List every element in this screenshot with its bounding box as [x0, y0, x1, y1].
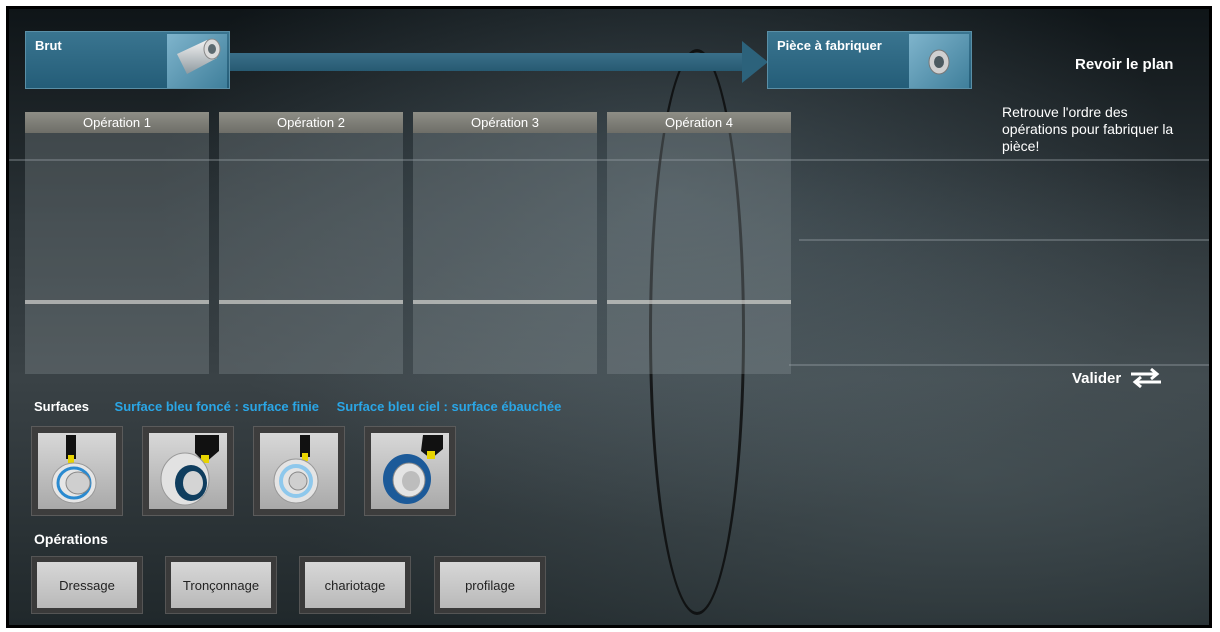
surface-tile-2[interactable]: [142, 426, 234, 516]
operation-button-chariotage[interactable]: chariotage: [299, 556, 411, 614]
slot-rail: [413, 300, 597, 304]
operation-slot-header: Opération 3: [413, 112, 597, 133]
part-panel: Pièce à fabriquer: [767, 31, 972, 89]
validate-button[interactable]: Valider: [1072, 367, 1163, 389]
slot-rail: [219, 300, 403, 304]
stock-panel: Brut: [25, 31, 230, 89]
part-thumbnail: [909, 34, 969, 88]
operation-slot-1[interactable]: Opération 1: [25, 112, 209, 374]
legend-dark-blue: Surface bleu foncé : surface finie: [114, 399, 319, 414]
part-label: Pièce à fabriquer: [777, 38, 882, 53]
operation-slot-header: Opération 4: [607, 112, 791, 133]
operation-button-profilage[interactable]: profilage: [434, 556, 546, 614]
validate-label: Valider: [1072, 369, 1122, 387]
operation-slot-3[interactable]: Opération 3: [413, 112, 597, 374]
surface-tile-1[interactable]: [31, 426, 123, 516]
operation-slot-2[interactable]: Opération 2: [219, 112, 403, 374]
facing-tool-icon: [51, 435, 97, 504]
operation-slot-header: Opération 1: [25, 112, 209, 133]
review-plan-button[interactable]: Revoir le plan: [1075, 56, 1173, 73]
surfaces-legend: Surfaces Surface bleu foncé : surface fi…: [34, 399, 575, 414]
process-arrow-head: [742, 41, 768, 83]
process-arrow: [230, 53, 746, 71]
operation-button-tronconnage[interactable]: Tronçonnage: [165, 556, 277, 614]
cylinder-icon: [177, 38, 221, 74]
operation-button-label: Tronçonnage: [171, 562, 271, 608]
stock-thumbnail: [167, 34, 227, 88]
background-scene-line: [799, 239, 1209, 241]
profiling-tool-icon: [383, 435, 443, 504]
background-scene-line: [789, 364, 1209, 366]
operations-title: Opérations: [34, 531, 108, 547]
instructions-text: Retrouve l'ordre des opérations pour fab…: [1002, 104, 1174, 154]
operation-slot-4[interactable]: Opération 4: [607, 112, 791, 374]
turning-tool-icon: [273, 435, 319, 504]
surface-tile-3[interactable]: [253, 426, 345, 516]
surface-tile-4[interactable]: [364, 426, 456, 516]
surfaces-title: Surfaces: [34, 399, 89, 414]
slot-rail: [607, 300, 791, 304]
operation-slot-header: Opération 2: [219, 112, 403, 133]
parting-tool-icon: [160, 435, 219, 506]
ring-part-icon: [928, 49, 950, 75]
operation-button-dressage[interactable]: Dressage: [31, 556, 143, 614]
legend-light-blue: Surface bleu ciel : surface ébauchée: [336, 399, 562, 414]
stock-label: Brut: [35, 38, 62, 53]
slot-rail: [25, 300, 209, 304]
operation-button-label: Dressage: [37, 562, 137, 608]
operation-button-label: profilage: [440, 562, 540, 608]
swap-arrows-icon: [1131, 367, 1162, 389]
game-viewport: Brut Pièce à fabriquer Revoir le plan Re…: [6, 6, 1212, 628]
operation-button-label: chariotage: [305, 562, 405, 608]
